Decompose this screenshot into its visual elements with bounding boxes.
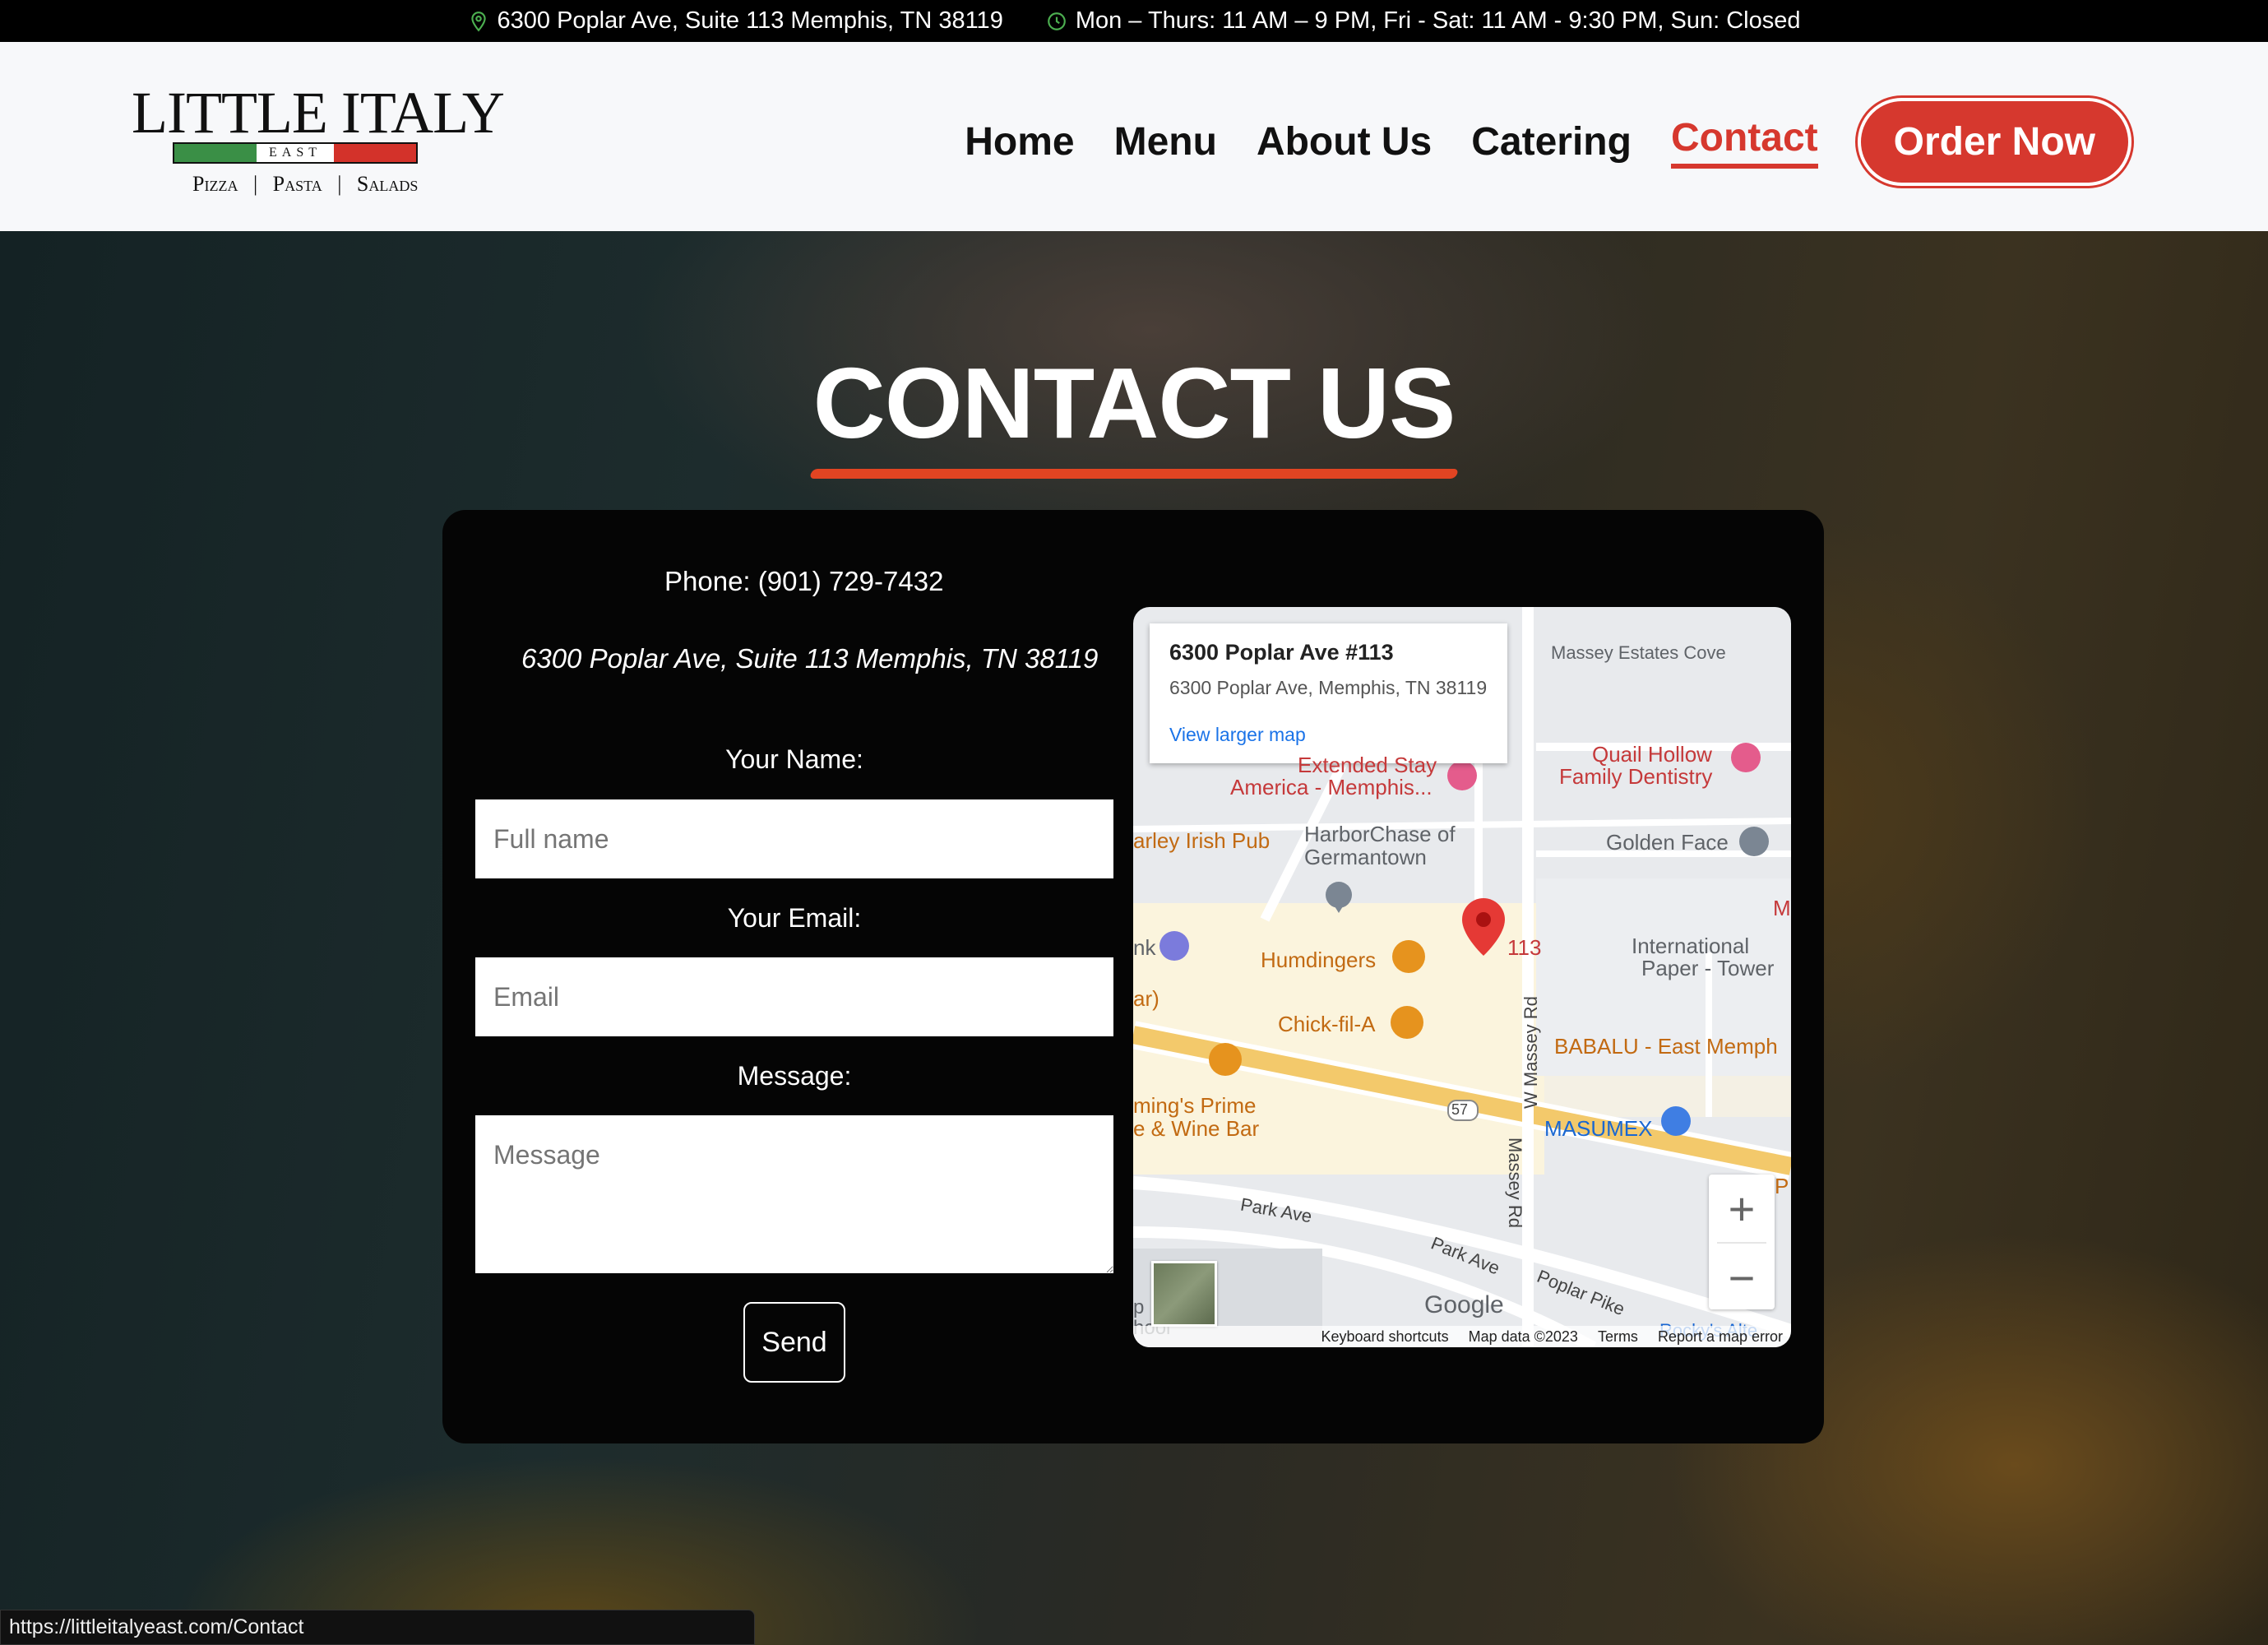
map-label[interactable]: International [1632,934,1749,957]
name-label: Your Name: [725,744,863,774]
nav-catering[interactable]: Catering [1471,119,1632,164]
nav-menu[interactable]: Menu [1114,119,1217,164]
logo-flag: EAST [173,142,418,164]
map-route-label: 57 [1451,1101,1469,1118]
map-label: p [1133,1296,1145,1318]
google-logo: Google [1424,1291,1504,1318]
topbar-hours: Mon – Thurs: 11 AM – 9 PM, Fri - Sat: 11… [1046,7,1801,35]
map-zoom-control: + − [1709,1175,1775,1309]
email-label: Your Email: [727,903,862,933]
map-label[interactable]: HarborChase of [1304,822,1456,846]
order-now-button[interactable]: Order Now [1857,98,2131,186]
message-label: Message: [737,1061,852,1091]
main-nav: Home Menu About Us Catering Contact Orde… [965,98,2131,186]
google-map[interactable]: 6300 Poplar Ave #113 6300 Poplar Ave, Me… [1133,607,1791,1347]
logo-sub-pizza: Pizza [192,172,238,196]
message-textarea[interactable] [475,1115,1113,1273]
map-info-title: 6300 Poplar Ave #113 [1169,640,1394,665]
site-logo[interactable]: LITTLE ITALY EAST Pizza | Pasta | Salads [132,80,505,206]
map-label[interactable]: Golden Face [1606,831,1729,854]
map-label[interactable]: arley Irish Pub [1133,829,1270,852]
logo-separator: | [252,172,258,196]
map-data-text: Map data ©2023 [1468,1328,1578,1345]
map-road-label: Massey Rd [1505,1138,1525,1229]
status-bar-url: https://littleitalyeast.com/Contact [0,1610,755,1645]
location-pin-icon [470,11,486,31]
map-label[interactable]: MASUMEX [1544,1117,1652,1140]
contact-card: Phone: (901) 729-7432 6300 Poplar Ave, S… [442,510,1824,1443]
nav-home[interactable]: Home [965,119,1074,164]
logo-sub-pasta: Pasta [272,172,322,196]
name-input[interactable] [475,799,1113,878]
map-label: ar) [1133,986,1159,1011]
map-label[interactable]: Extended Stay [1298,753,1437,776]
map-label: Massey Estates Cove [1551,642,1726,663]
map-label: M [1773,896,1791,920]
nav-about-us[interactable]: About Us [1257,119,1432,164]
zoom-in-button[interactable]: + [1709,1175,1775,1242]
topbar-hours-text: Mon – Thurs: 11 AM – 9 PM, Fri - Sat: 11… [1075,7,1801,34]
map-label[interactable]: Humdingers [1261,948,1376,971]
view-larger-map-link[interactable]: View larger map [1169,724,1488,746]
map-label: P [1775,1174,1789,1198]
logo-sub-salads: Salads [356,172,419,196]
terms-link[interactable]: Terms [1598,1328,1638,1346]
clock-icon [1047,12,1066,30]
logo-east: EAST [257,144,334,162]
map-marker-label[interactable]: 113 [1507,936,1541,959]
logo-subtitle: Pizza | Pasta | Salads [192,172,418,197]
map-label[interactable]: Paper - Tower [1641,957,1774,980]
map-attribution: Keyboard shortcuts Map data ©2023 Terms … [1133,1326,1791,1347]
site-header: LITTLE ITALY EAST Pizza | Pasta | Salads… [0,42,2268,231]
contact-phone[interactable]: Phone: (901) 729-7432 [664,566,943,597]
map-label[interactable]: Germantown [1304,846,1427,869]
logo-separator: | [337,172,342,196]
nav-contact[interactable]: Contact [1670,115,1818,169]
map-label[interactable]: Family Dentistry [1559,765,1712,788]
map-label: nk [1133,935,1156,960]
map-info-address: 6300 Poplar Ave, Memphis, TN 38119 [1169,677,1488,698]
map-label[interactable]: Quail Hollow [1592,743,1712,766]
satellite-toggle[interactable] [1151,1261,1217,1327]
topbar-address-text: 6300 Poplar Ave, Suite 113 Memphis, TN 3… [497,7,1003,34]
map-label[interactable]: e & Wine Bar [1133,1117,1259,1140]
contact-address: 6300 Poplar Ave, Suite 113 Memphis, TN 3… [521,643,1099,674]
map-road-label: W Massey Rd [1520,996,1541,1109]
map-info-box: 6300 Poplar Ave #113 6300 Poplar Ave, Me… [1150,623,1507,763]
map-label[interactable]: BABALU - East Memph [1554,1035,1778,1058]
logo-title: LITTLE ITALY [132,80,505,146]
topbar-address: 6300 Poplar Ave, Suite 113 Memphis, TN 3… [468,7,1003,35]
zoom-out-button[interactable]: − [1709,1244,1775,1311]
email-input[interactable] [475,957,1113,1036]
send-button[interactable]: Send [743,1302,845,1383]
title-underline [808,469,1460,479]
map-label[interactable]: America - Memphis... [1230,776,1433,799]
keyboard-shortcuts-link[interactable]: Keyboard shortcuts [1321,1328,1448,1346]
map-label[interactable]: Chick-fil-A [1278,1012,1375,1036]
map-label[interactable]: ming's Prime [1133,1094,1256,1117]
report-map-error-link[interactable]: Report a map error [1658,1328,1783,1346]
page-title: CONTACT US [812,347,1456,459]
top-info-bar: 6300 Poplar Ave, Suite 113 Memphis, TN 3… [0,0,2268,42]
